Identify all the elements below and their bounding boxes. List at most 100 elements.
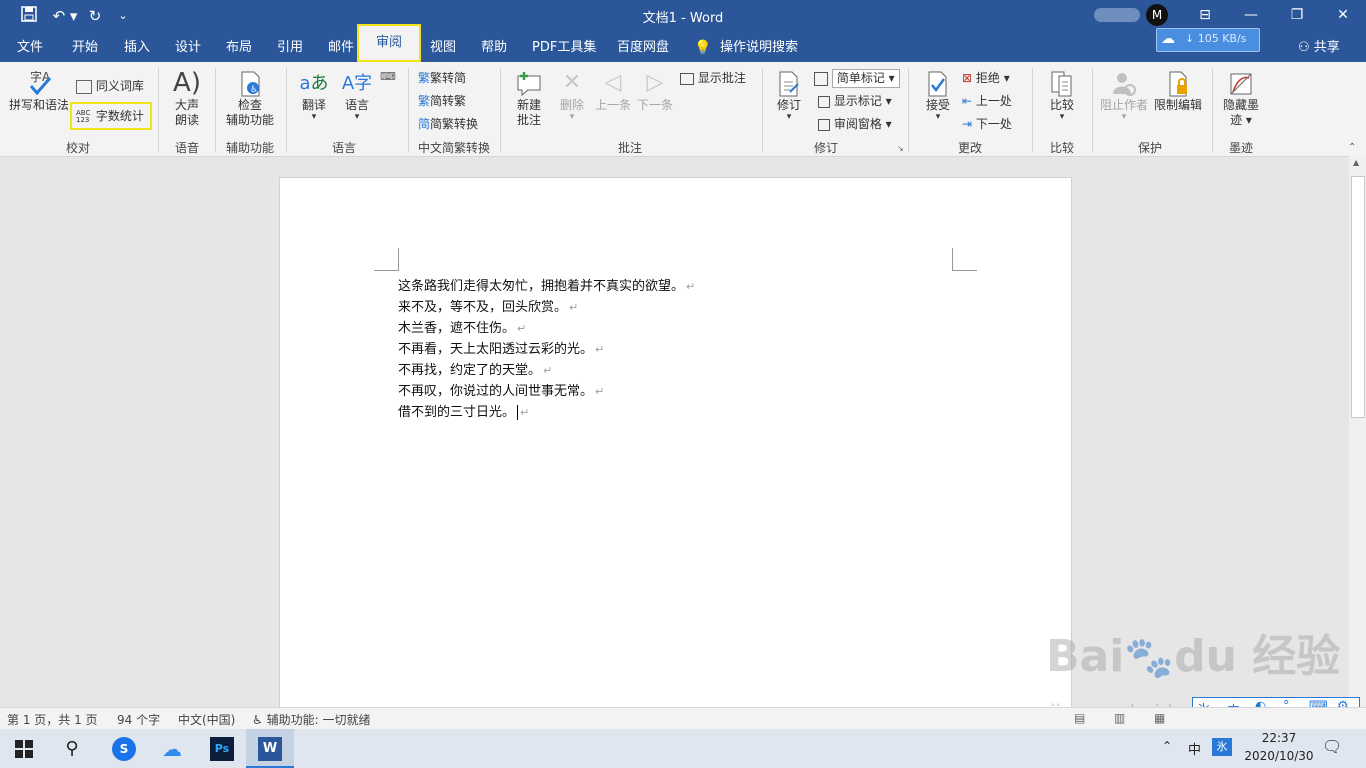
save-icon[interactable] [18,6,40,26]
markup-display-select[interactable]: 简单标记 ▾ [814,68,900,88]
clock-date[interactable]: 2020/10/30 [1240,749,1318,763]
check-accessibility-button[interactable]: ♿ 检查 辅助功能 [222,70,278,128]
thesaurus-button[interactable]: 同义词库 [76,76,144,96]
word-count-button[interactable]: ABC 123 字数统计 [70,102,152,130]
taskbar: ⚲ S ☁ Ps W ⌃ 中 氷 22:37 2020/10/30 🗨 [0,729,1366,768]
redo-icon[interactable]: ↻ [84,6,106,26]
block-authors-button[interactable]: 阻止作者 ▾ [1098,70,1150,122]
read-aloud-button[interactable]: A) 大声 朗读 [166,68,208,128]
keyboard-icon[interactable]: ⌨ [380,70,396,83]
document-line[interactable]: 这条路我们走得太匆忙，拥抱着并不真实的欲望。 ↵ [398,275,695,294]
account-name-blurred[interactable] [1094,8,1140,22]
avatar[interactable]: M [1146,4,1168,26]
taskbar-app-word[interactable]: W [246,729,294,768]
tab-review[interactable]: 审阅 [357,24,421,62]
tab-pdf-tools[interactable]: PDF工具集 [532,34,596,62]
hide-ink-label-2-text: 迹 [1230,113,1243,127]
tray-ime-icon[interactable]: 氷 [1212,738,1232,756]
page-count[interactable]: 第 1 页，共 1 页 [7,711,98,728]
clock-time[interactable]: 22:37 [1244,731,1314,745]
spelling-grammar-button[interactable]: 字A 拼写和语法 [8,68,70,113]
next-change-button[interactable]: ⇥ 下一处 [962,114,1012,134]
taskbar-app-sogou[interactable]: S [100,729,148,768]
vertical-scrollbar[interactable]: ▲ [1349,156,1366,707]
track-dropdown-icon: ▾ [786,112,792,122]
traditional-to-simplified-button[interactable]: 繁繁转简 [418,68,466,88]
scroll-up-icon[interactable]: ▲ [1353,158,1359,167]
word-count-status[interactable]: 94 个字 [117,711,160,728]
reviewing-pane-button[interactable]: 审阅窗格 ▾ [818,114,892,134]
tray-overflow-icon[interactable]: ⌃ [1162,739,1172,753]
tab-baidu-netdisk[interactable]: 百度网盘 [617,34,669,62]
simplified-to-traditional-button[interactable]: 繁简转繁 [418,91,466,111]
read-mode-icon[interactable]: ▤ [1074,711,1085,725]
tab-design[interactable]: 设计 [175,34,201,62]
taskbar-app-photoshop[interactable]: Ps [198,729,246,768]
undo-icon[interactable]: ↶ ▾ [50,6,80,26]
tell-me-search[interactable]: 操作说明搜索 [720,34,798,62]
compare-label: 比较 [1049,98,1074,112]
hide-ink-button[interactable]: 隐藏墨 迹 ▾ [1218,70,1264,128]
block-dropdown-icon: ▾ [1121,112,1127,122]
translate-label: 翻译 [301,98,326,112]
close-button[interactable]: ✕ [1320,0,1366,30]
new-comment-label-1: 新建 [516,98,541,112]
tab-file[interactable]: 文件 [17,34,43,62]
accept-button[interactable]: 接受 ▾ [918,70,958,122]
tray-ime-mode[interactable]: 中 [1188,739,1201,758]
document-line[interactable]: 借不到的三寸日光。 ↵ [398,401,529,420]
document-line[interactable]: 不再看，天上太阳透过云彩的光。 ↵ [398,338,604,357]
next-comment-button[interactable]: ▷ 下一条 [634,68,676,113]
thesaurus-label: 同义词库 [95,79,144,93]
tab-insert[interactable]: 插入 [124,34,150,62]
document-line[interactable]: 不再找，约定了的天堂。 ↵ [398,359,552,378]
previous-comment-button[interactable]: ◁ 上一条 [592,68,634,113]
restrict-editing-button[interactable]: 限制编辑 [1152,70,1204,113]
language-icon: A字 [341,73,373,94]
chinese-conversion-button[interactable]: 简简繁转换 [418,114,478,134]
previous-change-icon: ⇤ [962,94,973,108]
delete-comment-button[interactable]: ✕ 删除 ▾ [554,68,590,122]
document-line[interactable]: 来不及，等不及，回头欣赏。 ↵ [398,296,578,315]
previous-change-button[interactable]: ⇤ 上一处 [962,91,1012,111]
tab-layout[interactable]: 布局 [226,34,252,62]
accessibility-status[interactable]: ♿ 辅助功能: 一切就绪 [252,711,370,728]
tab-mailings[interactable]: 邮件 [328,34,354,62]
compare-button[interactable]: 比较 ▾ [1042,70,1082,122]
translate-button[interactable]: aあ 翻译 ▾ [294,70,334,122]
show-comments-label: 显示批注 [697,71,746,85]
hide-ink-label-2: 迹 ▾ [1230,113,1252,127]
restore-button[interactable]: ❐ [1274,0,1320,30]
baidu-netdisk-speed-widget[interactable]: ☁ ↓ 105 KB/s [1156,28,1260,52]
share-button[interactable]: ⚇ 共享 [1298,34,1340,62]
dialog-launcher-icon[interactable]: ↘ [897,144,904,153]
download-speed: ↓ 105 KB/s [1185,32,1247,45]
minimize-button[interactable]: — [1228,0,1274,30]
tab-home[interactable]: 开始 [72,34,98,62]
collapse-ribbon-icon[interactable]: ⌃ [1348,142,1356,153]
print-layout-icon[interactable]: ▥ [1114,711,1125,725]
show-comments-button[interactable]: 显示批注 [680,68,746,88]
document-line[interactable]: 不再叹，你说过的人间世事无常。 ↵ [398,380,604,399]
start-button[interactable] [0,729,48,768]
lightbulb-icon[interactable]: 💡 [694,34,711,62]
scroll-thumb[interactable] [1351,176,1365,418]
customize-qat-icon[interactable]: ⌄ [112,6,134,26]
translate-dropdown-icon: ▾ [311,112,317,122]
notification-icon[interactable]: 🗨 [1322,737,1342,756]
new-comment-button[interactable]: 新建 批注 [508,68,550,128]
track-changes-button[interactable]: 修订 ▾ [770,70,808,122]
ribbon-display-options-icon[interactable]: ⊟ [1182,0,1228,30]
show-markup-button[interactable]: 显示标记 ▾ [818,91,892,111]
taskbar-app-baidu-netdisk[interactable]: ☁ [148,729,196,768]
tab-view[interactable]: 视图 [430,34,456,62]
document-line[interactable]: 木兰香，遮不住伤。 ↵ [398,317,526,336]
paragraph-mark: ↵ [517,322,527,335]
language-status[interactable]: 中文(中国) [178,711,235,728]
language-button[interactable]: A字 语言 ▾ [336,70,378,122]
web-layout-icon[interactable]: ▦ [1154,711,1165,725]
tab-references[interactable]: 引用 [277,34,303,62]
tab-help[interactable]: 帮助 [481,34,507,62]
search-icon[interactable]: ⚲ [48,729,96,768]
reject-button[interactable]: ⊠ 拒绝 ▾ [962,68,1010,88]
